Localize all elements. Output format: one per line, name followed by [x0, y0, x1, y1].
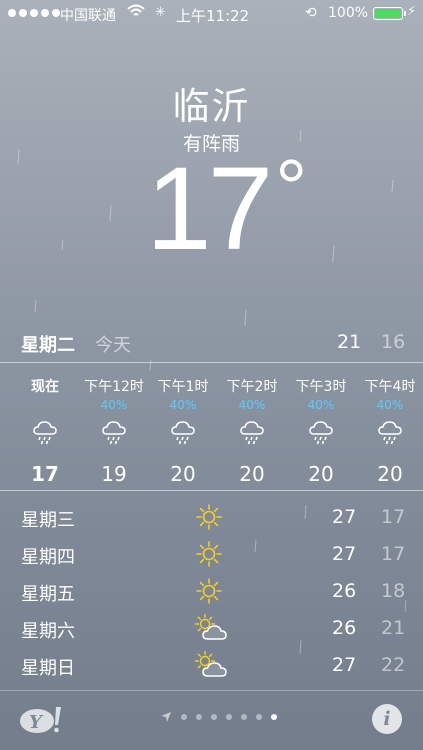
- precip-chance: 40%: [238, 398, 266, 412]
- hour-temp: 20: [170, 462, 196, 486]
- sun-icon: [194, 539, 224, 573]
- today-high: 21: [337, 331, 362, 353]
- page-dot[interactable]: [271, 714, 277, 720]
- divider: [0, 690, 423, 691]
- rain-cloud-icon: [149, 420, 217, 450]
- daily-row: 星期六 26 21: [0, 611, 423, 647]
- day-low: 17: [381, 543, 406, 565]
- precip-chance: [11, 398, 79, 420]
- partly-cloudy-icon: [194, 613, 230, 647]
- sun-icon: [194, 502, 224, 536]
- hourly-item: 下午4时 40% 20: [356, 376, 423, 486]
- divider: [0, 362, 423, 363]
- precip-chance: 40%: [169, 398, 197, 412]
- hourly-item: 下午3时 40% 20: [287, 376, 355, 486]
- today-low: 16: [381, 331, 406, 353]
- current-temperature: 17°: [146, 143, 307, 281]
- yahoo-logo-icon: Y: [20, 707, 61, 733]
- day-high: 26: [332, 580, 357, 602]
- hour-time: 下午2时: [226, 379, 278, 395]
- day-low: 21: [381, 617, 406, 639]
- day-name: 星期五: [21, 584, 75, 605]
- wifi-icon: [127, 4, 145, 16]
- hour-temp: 19: [101, 462, 127, 486]
- hour-time: 下午1时: [157, 379, 209, 395]
- rain-cloud-icon: [356, 420, 423, 450]
- today-weekday: 星期二: [21, 335, 75, 356]
- page-dot[interactable]: [256, 714, 262, 720]
- charging-icon: ⚡: [407, 4, 417, 19]
- day-low: 18: [381, 580, 406, 602]
- hour-temp: 20: [308, 462, 334, 486]
- hourly-item: 现在 17: [11, 376, 79, 486]
- hour-time: 下午12时: [84, 379, 144, 395]
- hour-temp: 20: [239, 462, 265, 486]
- hourly-item: 下午1时 40% 20: [149, 376, 217, 486]
- day-high: 27: [332, 506, 357, 528]
- day-high: 26: [332, 617, 357, 639]
- info-button[interactable]: i: [372, 704, 402, 734]
- page-indicator[interactable]: [160, 711, 277, 723]
- activity-spinner-icon: ✳: [155, 5, 166, 20]
- battery-percentage: 100%: [328, 5, 369, 21]
- page-dot[interactable]: [226, 714, 232, 720]
- daily-row: 星期三 27 17: [0, 500, 423, 536]
- divider: [0, 490, 423, 491]
- daily-row: 星期五 26 18: [0, 574, 423, 610]
- hour-time: 下午3时: [295, 379, 347, 395]
- day-low: 17: [381, 506, 406, 528]
- day-name: 星期四: [21, 547, 75, 568]
- rain-cloud-icon: [287, 420, 355, 450]
- page-dot[interactable]: [211, 714, 217, 720]
- daily-row: 星期四 27 17: [0, 537, 423, 573]
- hourly-item: 下午12时 40% 19: [80, 376, 148, 486]
- battery-icon: [373, 7, 406, 20]
- precip-chance: 40%: [376, 398, 404, 412]
- page-dot[interactable]: [196, 714, 202, 720]
- rotation-lock-icon: ⟲: [305, 5, 317, 21]
- status-bar: 中国联通 ✳ 上午11:22 ⟲ 100% ⚡: [0, 0, 423, 28]
- svg-text:Y: Y: [29, 712, 44, 733]
- day-name: 星期日: [21, 658, 75, 679]
- hour-temp: 17: [31, 462, 59, 486]
- location-arrow-icon: [161, 712, 171, 722]
- rain-cloud-icon: [218, 420, 286, 450]
- signal-strength-icon: [8, 9, 60, 17]
- status-time: 上午11:22: [176, 7, 250, 25]
- day-low: 22: [381, 654, 406, 676]
- daily-row: 星期日 27 22: [0, 648, 423, 684]
- today-label: 今天: [95, 335, 131, 356]
- carrier-name: 中国联通: [60, 8, 116, 24]
- sun-icon: [194, 576, 224, 610]
- page-dot[interactable]: [241, 714, 247, 720]
- precip-chance: 40%: [100, 398, 128, 412]
- hour-temp: 20: [377, 462, 403, 486]
- day-name: 星期六: [21, 621, 75, 642]
- page-dot[interactable]: [181, 714, 187, 720]
- current-temperature-value: 17: [146, 143, 273, 275]
- day-name: 星期三: [21, 510, 75, 531]
- hour-time: 下午4时: [364, 379, 416, 395]
- hour-time: 现在: [31, 379, 59, 395]
- partly-cloudy-icon: [194, 650, 230, 684]
- rain-cloud-icon: [80, 420, 148, 450]
- hourly-item: 下午2时 40% 20: [218, 376, 286, 486]
- rain-cloud-icon: [11, 420, 79, 450]
- degree-symbol: °: [275, 143, 307, 232]
- day-high: 27: [332, 654, 357, 676]
- day-high: 27: [332, 543, 357, 565]
- precip-chance: 40%: [307, 398, 335, 412]
- city-name: 临沂: [172, 85, 251, 128]
- yahoo-logo-button[interactable]: Y: [19, 704, 61, 735]
